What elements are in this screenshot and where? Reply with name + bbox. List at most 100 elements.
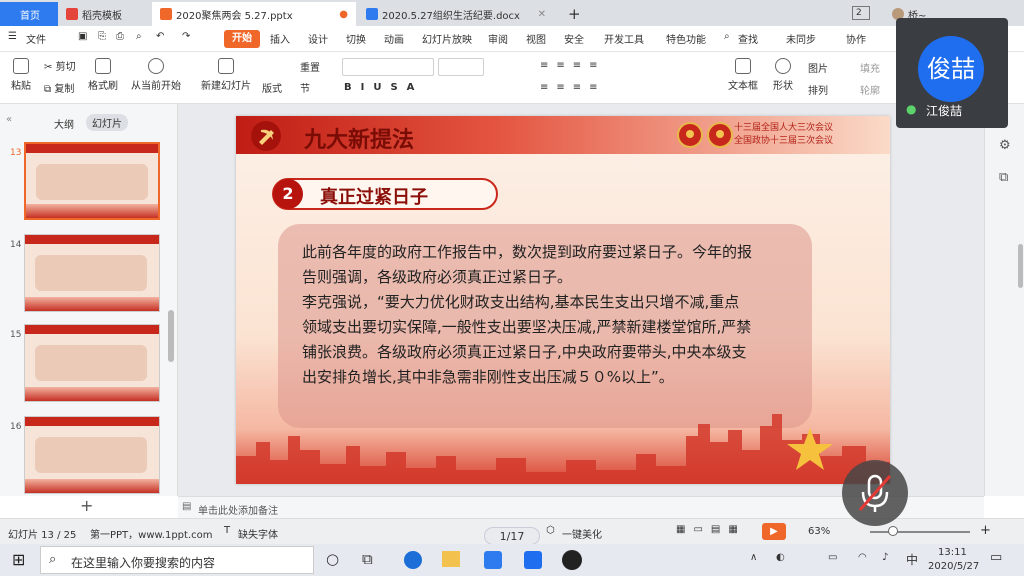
redo-icon[interactable]: ↷ xyxy=(182,31,190,42)
tray-expand-icon[interactable]: ∧ xyxy=(750,552,757,563)
tray-app-icon[interactable]: ◐ xyxy=(776,552,785,563)
task-view-icon[interactable]: ⧉ xyxy=(362,550,373,568)
clock-date[interactable]: 2020/5/27 xyxy=(928,561,979,572)
new-slide-button[interactable]: 新建幻灯片 xyxy=(198,58,254,92)
slide-number: 14 xyxy=(10,240,22,250)
notes-placeholder[interactable]: 单击此处添加备注 xyxy=(198,502,278,517)
menu-developer[interactable]: 开发工具 xyxy=(604,31,644,46)
new-tab-button[interactable]: + xyxy=(560,2,589,26)
export-pdf-icon[interactable]: ⎘ xyxy=(98,31,106,42)
layers-icon[interactable]: ⧉ xyxy=(999,170,1008,185)
vertical-scrollbar[interactable] xyxy=(1018,244,1023,288)
slide-thumbnail-13[interactable] xyxy=(24,142,160,220)
file-explorer-icon[interactable] xyxy=(442,551,460,567)
copy-button[interactable]: ⧉ 复制 xyxy=(44,80,74,95)
tab-outline[interactable]: 大纲 xyxy=(54,116,74,131)
missing-font-button[interactable]: 缺失字体 xyxy=(238,526,278,541)
meeting-app-icon[interactable] xyxy=(524,551,542,569)
tab-docx-file[interactable]: 2020.5.27组织生活纪要.docx ✕ xyxy=(358,2,554,26)
menu-special[interactable]: 特色功能 xyxy=(666,31,706,46)
font-size-select[interactable] xyxy=(438,58,484,76)
cut-button[interactable]: ✂ 剪切 xyxy=(44,58,76,73)
undo-icon[interactable]: ↶ xyxy=(156,31,164,42)
close-icon[interactable]: ✕ xyxy=(538,9,546,20)
tab-home[interactable]: 首页 xyxy=(0,2,58,26)
menu-sync[interactable]: 未同步 xyxy=(786,31,816,46)
reset-button[interactable]: 重置 xyxy=(300,59,320,74)
shape-button[interactable]: 形状 xyxy=(768,58,798,92)
font-family-select[interactable] xyxy=(342,58,434,76)
video-call-tile[interactable]: 俊喆 ● 江俊喆 xyxy=(896,18,1008,128)
wifi-icon[interactable]: ◠ xyxy=(858,552,867,563)
menu-security[interactable]: 安全 xyxy=(564,31,584,46)
format-painter-button[interactable]: 格式刷 xyxy=(86,58,120,92)
layout-button[interactable]: 版式 xyxy=(262,80,282,95)
beautify-button[interactable]: 一键美化 xyxy=(562,526,602,541)
wps-writer-icon[interactable] xyxy=(484,551,502,569)
taskbar-search-box[interactable]: ⌕ 在这里输入你要搜索的内容 xyxy=(40,546,314,574)
menu-file[interactable]: 文件 xyxy=(26,31,46,46)
tab-modified-dot-icon[interactable]: ● xyxy=(339,9,348,20)
tab-docx-label: 2020.5.27组织生活纪要.docx xyxy=(382,10,520,22)
mute-microphone-button[interactable] xyxy=(842,460,908,526)
battery-icon[interactable]: ▭ xyxy=(828,552,837,563)
subtitle-text: 真正过紧日子 xyxy=(320,187,428,208)
copy-label: 复制 xyxy=(54,84,75,95)
zoom-slider-handle[interactable] xyxy=(888,526,898,536)
volume-icon[interactable]: ♪ xyxy=(882,552,888,563)
font-style-buttons[interactable]: BIUSA xyxy=(344,82,423,93)
property-icon[interactable]: ⚙ xyxy=(999,138,1011,153)
outline-button[interactable]: 轮廓 xyxy=(860,82,880,97)
view-mode-buttons[interactable]: ▦▭▤▦ xyxy=(676,524,746,535)
qq-icon[interactable] xyxy=(562,550,582,570)
menu-review[interactable]: 审阅 xyxy=(488,31,508,46)
windows-start-icon[interactable]: ⊞ xyxy=(12,550,25,569)
collapse-panel-icon[interactable]: « xyxy=(6,114,12,125)
slide-canvas[interactable]: 九大新提法 十三届全国人大三次会议 全国政协十三届三次会议 2 真正过紧日子 此… xyxy=(236,116,890,484)
cortana-icon[interactable]: ○ xyxy=(326,550,339,568)
paragraph-buttons[interactable]: ≡≡≡≡ xyxy=(540,60,606,71)
play-from-current-button[interactable]: 从当前开始 xyxy=(128,58,184,92)
slide-thumbnail-16[interactable] xyxy=(24,416,160,494)
print-preview-icon[interactable]: ⌕ xyxy=(136,31,142,42)
thumbnail-scrollbar[interactable] xyxy=(168,310,174,362)
microphone-icon: ● xyxy=(906,102,917,116)
section-button[interactable]: 节 xyxy=(300,80,310,95)
menu-design[interactable]: 设计 xyxy=(308,31,328,46)
tab-counter-badge[interactable]: 2 xyxy=(852,6,870,20)
search-icon[interactable]: ⌕ xyxy=(724,31,730,42)
menu-view[interactable]: 视图 xyxy=(526,31,546,46)
edge-browser-icon[interactable] xyxy=(404,551,422,569)
picture-button[interactable]: 图片 xyxy=(808,60,828,75)
body-text-box[interactable]: 此前各年度的政府工作报告中，数次提到政府要过紧日子。今年的报 告则强调，各级政府… xyxy=(278,224,812,428)
slide-thumbnail-15[interactable] xyxy=(24,324,160,402)
menu-slideshow[interactable]: 幻灯片放映 xyxy=(422,31,472,46)
zoom-slider[interactable] xyxy=(870,531,970,533)
tab-slides[interactable]: 幻灯片 xyxy=(86,114,128,131)
clock-time[interactable]: 13:11 xyxy=(938,547,967,558)
arrange-button[interactable]: 排列 xyxy=(808,82,828,97)
notification-icon[interactable]: ▭ xyxy=(990,550,1002,565)
slide-thumbnail-14[interactable] xyxy=(24,234,160,312)
fill-button[interactable]: 填充 xyxy=(860,60,880,75)
menu-transition[interactable]: 切换 xyxy=(346,31,366,46)
menu-animation[interactable]: 动画 xyxy=(384,31,404,46)
ime-indicator[interactable]: 中 xyxy=(906,551,918,568)
print-icon[interactable]: ⎙ xyxy=(116,31,124,42)
hamburger-icon[interactable]: ☰ xyxy=(8,31,17,42)
slide-number: 13 xyxy=(10,148,22,158)
add-slide-button[interactable]: + xyxy=(80,496,93,515)
tab-docer-templates[interactable]: 稻壳模板 xyxy=(58,2,152,26)
paste-button[interactable]: 粘贴 xyxy=(6,58,36,92)
play-slideshow-button[interactable]: ▶ xyxy=(762,523,786,540)
tab-pptx-file[interactable]: 2020聚焦两会 5.27.pptx ● xyxy=(152,2,356,26)
zoom-level[interactable]: 63% xyxy=(808,526,830,537)
textbox-button[interactable]: 文本框 xyxy=(726,58,760,92)
zoom-in-button[interactable]: + xyxy=(980,523,991,538)
menu-search[interactable]: 查找 xyxy=(738,31,758,46)
menu-insert[interactable]: 插入 xyxy=(270,31,290,46)
save-icon[interactable]: ▣ xyxy=(78,31,87,42)
align-buttons[interactable]: ≡≡≡≡ xyxy=(540,82,606,93)
menu-collab[interactable]: 协作 xyxy=(846,31,866,46)
menu-start[interactable]: 开始 xyxy=(224,30,260,48)
